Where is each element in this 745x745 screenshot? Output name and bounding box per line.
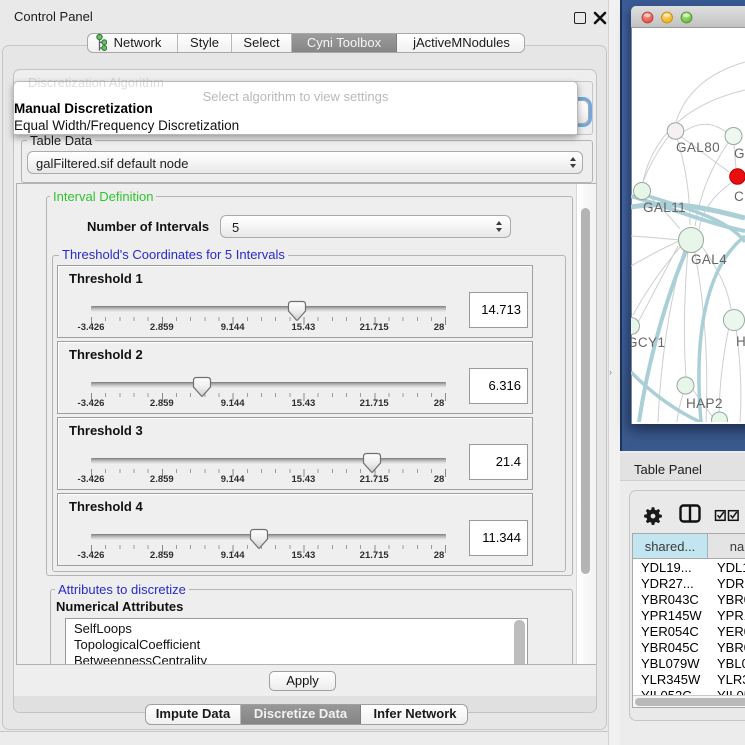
svg-text:C: C (734, 189, 744, 204)
svg-text:H: H (736, 334, 745, 349)
svg-text:GAL11: GAL11 (643, 200, 686, 215)
svg-text:GAL: GAL (734, 146, 745, 161)
svg-text:GAL4: GAL4 (691, 252, 727, 267)
svg-text:GCY1: GCY1 (631, 335, 665, 350)
svg-text:HAP2: HAP2 (686, 396, 723, 411)
svg-text:GAL80: GAL80 (676, 140, 720, 155)
